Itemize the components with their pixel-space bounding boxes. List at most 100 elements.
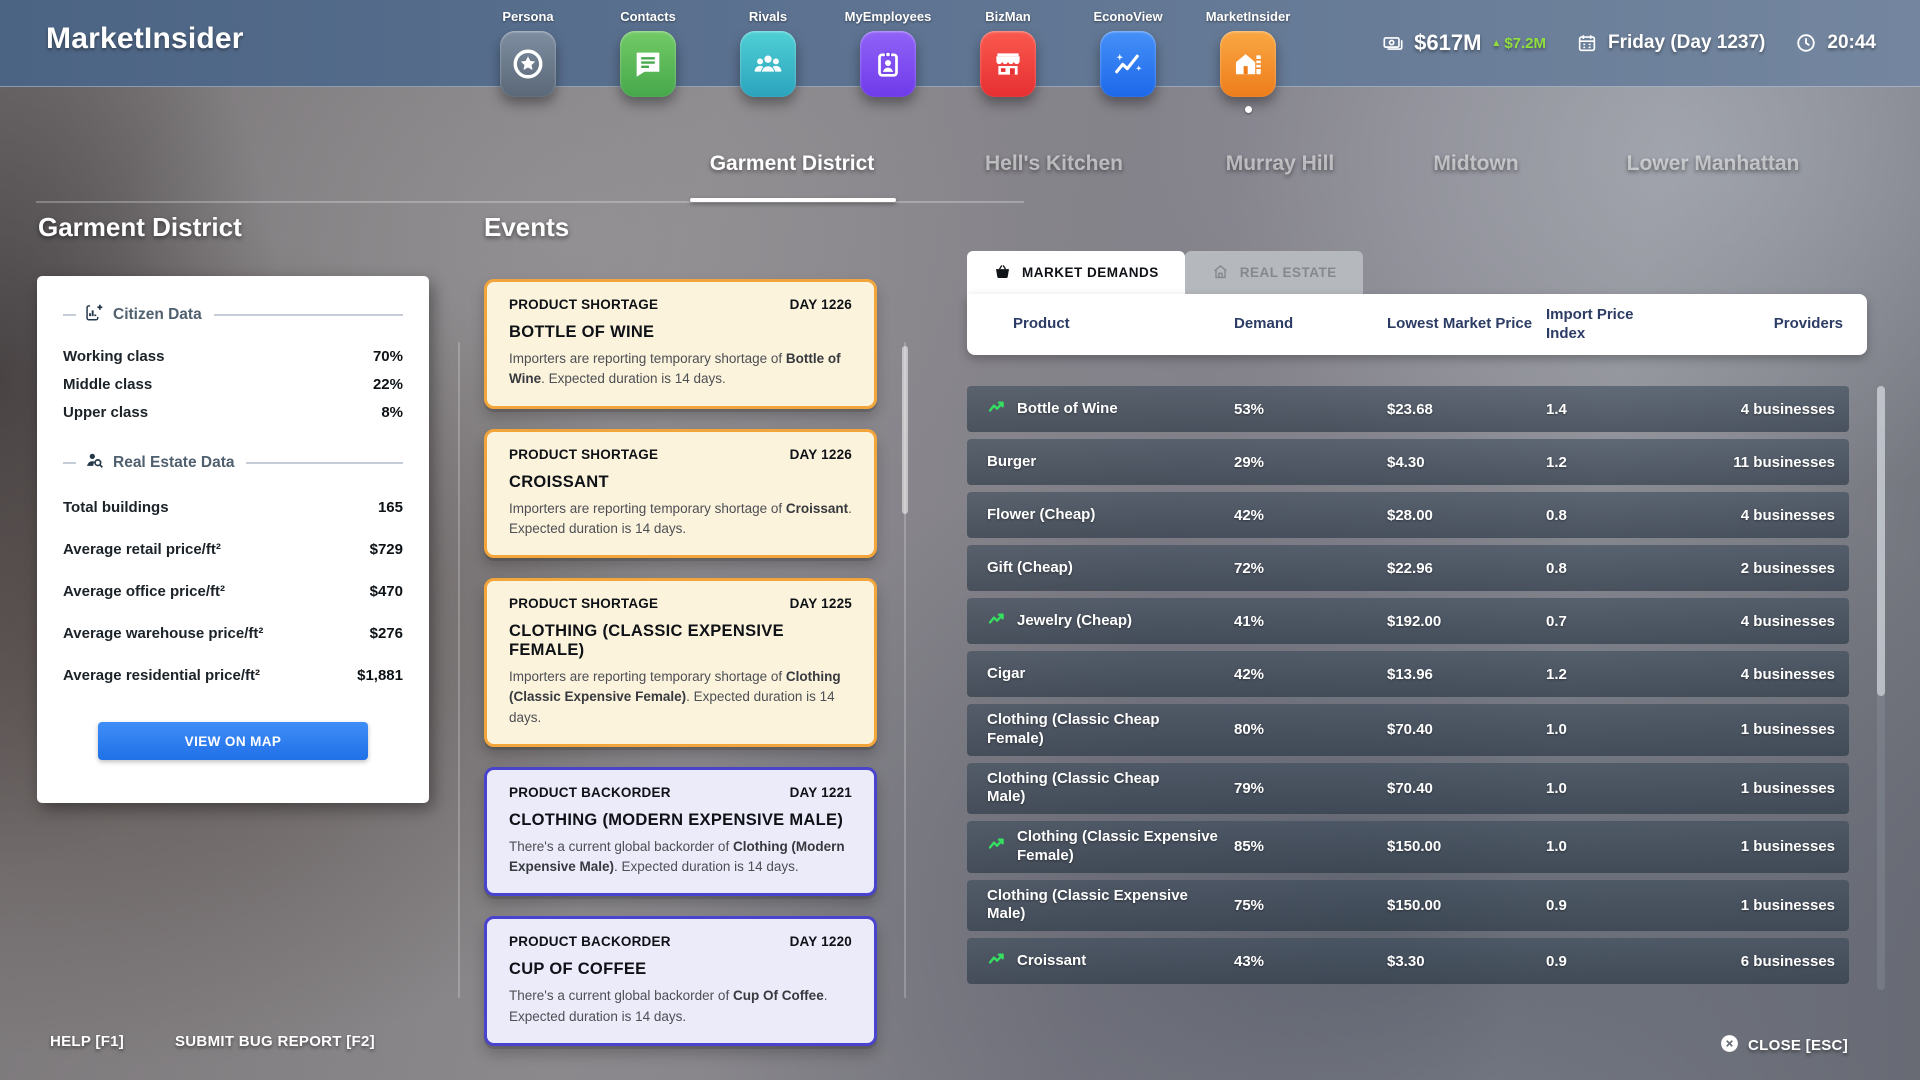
view-on-map-button[interactable]: VIEW ON MAP xyxy=(98,722,368,760)
row-label: Working class xyxy=(63,348,164,365)
price-cell: $4.30 xyxy=(1387,454,1546,471)
market-table-row: Clothing (Classic Expensive Female)85%$1… xyxy=(967,821,1849,873)
event-card-header: PRODUCT SHORTAGEDAY 1225 xyxy=(509,596,852,611)
row-value: 22% xyxy=(373,376,403,393)
data-row: Average warehouse price/ft²$276 xyxy=(63,612,403,654)
close-button[interactable]: CLOSE [ESC] xyxy=(1719,1033,1848,1058)
section-title: Real Estate Data xyxy=(113,454,234,472)
index-cell: 1.4 xyxy=(1546,401,1666,418)
chart-sparkle-icon xyxy=(1100,31,1156,97)
product-name: Clothing (Classic Expensive Female) xyxy=(1017,828,1227,866)
product-cell: Clothing (Classic Expensive Male) xyxy=(987,887,1234,925)
app-econoview[interactable]: EconoView xyxy=(1068,9,1188,113)
row-value: $1,881 xyxy=(357,667,403,684)
market-table-rows: Bottle of Wine53%$23.681.44 businessesBu… xyxy=(967,386,1849,984)
providers-cell: 1 businesses xyxy=(1666,897,1837,914)
money-display: $617M ▲$7.2M xyxy=(1382,30,1546,56)
id-badge-icon xyxy=(860,31,916,97)
market-table-row: Clothing (Classic Expensive Male)75%$150… xyxy=(967,880,1849,932)
divider xyxy=(63,462,76,464)
tab-district-murray-hill[interactable]: Murray Hill xyxy=(1226,152,1335,176)
row-label: Average office price/ft² xyxy=(63,583,225,600)
district-data-card: Citizen Data Working class70%Middle clas… xyxy=(37,276,429,803)
event-description: Importers are reporting temporary shorta… xyxy=(509,499,852,540)
tab-district-lower-manhattan[interactable]: Lower Manhattan xyxy=(1627,152,1800,176)
providers-cell: 11 businesses xyxy=(1666,454,1837,471)
app-label: MyEmployees xyxy=(845,9,932,24)
app-persona[interactable]: Persona xyxy=(468,9,588,113)
app-myemployees[interactable]: MyEmployees xyxy=(828,9,948,113)
demand-cell: 75% xyxy=(1234,897,1387,914)
money-value: $617M xyxy=(1414,30,1481,56)
house-chart-icon xyxy=(1220,31,1276,97)
events-scrollbar-thumb[interactable] xyxy=(902,346,908,514)
data-row: Average residential price/ft²$1,881 xyxy=(63,654,403,696)
event-kind: PRODUCT BACKORDER xyxy=(509,934,671,949)
app-title: MarketInsider xyxy=(46,22,244,56)
event-description: There's a current global backorder of Cu… xyxy=(509,986,852,1027)
app-label: BizMan xyxy=(985,9,1031,24)
tab-label: REAL ESTATE xyxy=(1240,265,1337,280)
event-day: DAY 1220 xyxy=(790,934,852,949)
section-title: Citizen Data xyxy=(113,306,202,324)
date-display: Friday (Day 1237) xyxy=(1576,32,1765,54)
data-row: Working class70% xyxy=(63,342,403,370)
event-title: CUP OF COFFEE xyxy=(509,960,852,979)
row-label: Average retail price/ft² xyxy=(63,541,221,558)
divider xyxy=(214,314,403,316)
submit-bug-report-button[interactable]: SUBMIT BUG REPORT [F2] xyxy=(175,1033,375,1050)
market-scrollbar-thumb[interactable] xyxy=(1877,386,1885,696)
data-row: Average office price/ft²$470 xyxy=(63,570,403,612)
row-label: Total buildings xyxy=(63,499,169,516)
tab-district-midtown[interactable]: Midtown xyxy=(1433,152,1518,176)
row-value: $729 xyxy=(370,541,403,558)
event-card-backorder: PRODUCT BACKORDER DAY 1220 CUP OF COFFEE Th… xyxy=(484,916,877,1046)
data-row: Total buildings165 xyxy=(63,486,403,528)
tab-market-demands[interactable]: MARKET DEMANDS xyxy=(967,251,1185,294)
marketinsider-screen: MarketInsider PersonaContacts Rivals MyEmp… xyxy=(0,0,1920,1080)
product-name: Clothing (Classic Cheap Male) xyxy=(987,770,1197,808)
app-contacts[interactable]: Contacts xyxy=(588,9,708,113)
app-label: EconoView xyxy=(1093,9,1162,24)
row-label: Upper class xyxy=(63,404,148,421)
tab-district-garment-district[interactable]: Garment District xyxy=(710,152,875,176)
citizen-data-rows: Working class70%Middle class22% Upper cla… xyxy=(63,342,403,426)
tab-district-hell-s-kitchen[interactable]: Hell's Kitchen xyxy=(985,152,1123,176)
storefront-icon xyxy=(980,31,1036,97)
event-card-header: PRODUCT BACKORDERDAY 1221 xyxy=(509,785,852,800)
event-card-header: PRODUCT SHORTAGEDAY 1226 xyxy=(509,297,852,312)
app-bizman[interactable]: BizMan xyxy=(948,9,1068,113)
price-cell: $23.68 xyxy=(1387,401,1546,418)
event-title: BOTTLE OF WINE xyxy=(509,323,852,342)
event-description: There's a current global backorder of Cl… xyxy=(509,837,852,878)
event-card-shortage: PRODUCT SHORTAGEDAY 1225 CLOTHING (CLASSI… xyxy=(484,578,877,747)
event-description: Importers are reporting temporary shorta… xyxy=(509,349,852,390)
index-cell: 0.9 xyxy=(1546,897,1666,914)
price-cell: $28.00 xyxy=(1387,507,1546,524)
product-cell: Jewelry (Cheap) xyxy=(987,608,1234,635)
tab-real-estate[interactable]: REAL ESTATE xyxy=(1185,251,1363,294)
demand-cell: 42% xyxy=(1234,666,1387,683)
divider xyxy=(246,462,403,464)
event-day: DAY 1225 xyxy=(790,596,852,611)
price-cell: $150.00 xyxy=(1387,897,1546,914)
event-card-header: PRODUCT BACKORDER DAY 1220 xyxy=(509,934,852,949)
real-estate-data-header: Real Estate Data xyxy=(63,450,403,476)
providers-cell: 4 businesses xyxy=(1666,507,1837,524)
close-label: CLOSE [ESC] xyxy=(1748,1037,1848,1054)
row-value: 8% xyxy=(381,404,403,421)
event-title: CLOTHING (CLASSIC EXPENSIVE FEMALE) xyxy=(509,622,852,660)
product-name: Bottle of Wine xyxy=(1017,400,1118,419)
app-label: Rivals xyxy=(749,9,787,24)
help-button[interactable]: HELP [F1] xyxy=(50,1033,124,1050)
data-row: Middle class22% xyxy=(63,370,403,398)
trend-up-icon xyxy=(987,833,1008,860)
product-name: Clothing (Classic Cheap Female) xyxy=(987,711,1197,749)
top-bar: MarketInsider PersonaContactsRivalsMyEmp… xyxy=(0,0,1920,87)
events-left-divider xyxy=(458,342,460,998)
app-marketinsider[interactable]: MarketInsider xyxy=(1188,9,1308,113)
app-rivals[interactable]: Rivals xyxy=(708,9,828,113)
trend-up-icon xyxy=(987,608,1008,635)
price-cell: $3.30 xyxy=(1387,953,1546,970)
product-name: Cigar xyxy=(987,665,1025,684)
